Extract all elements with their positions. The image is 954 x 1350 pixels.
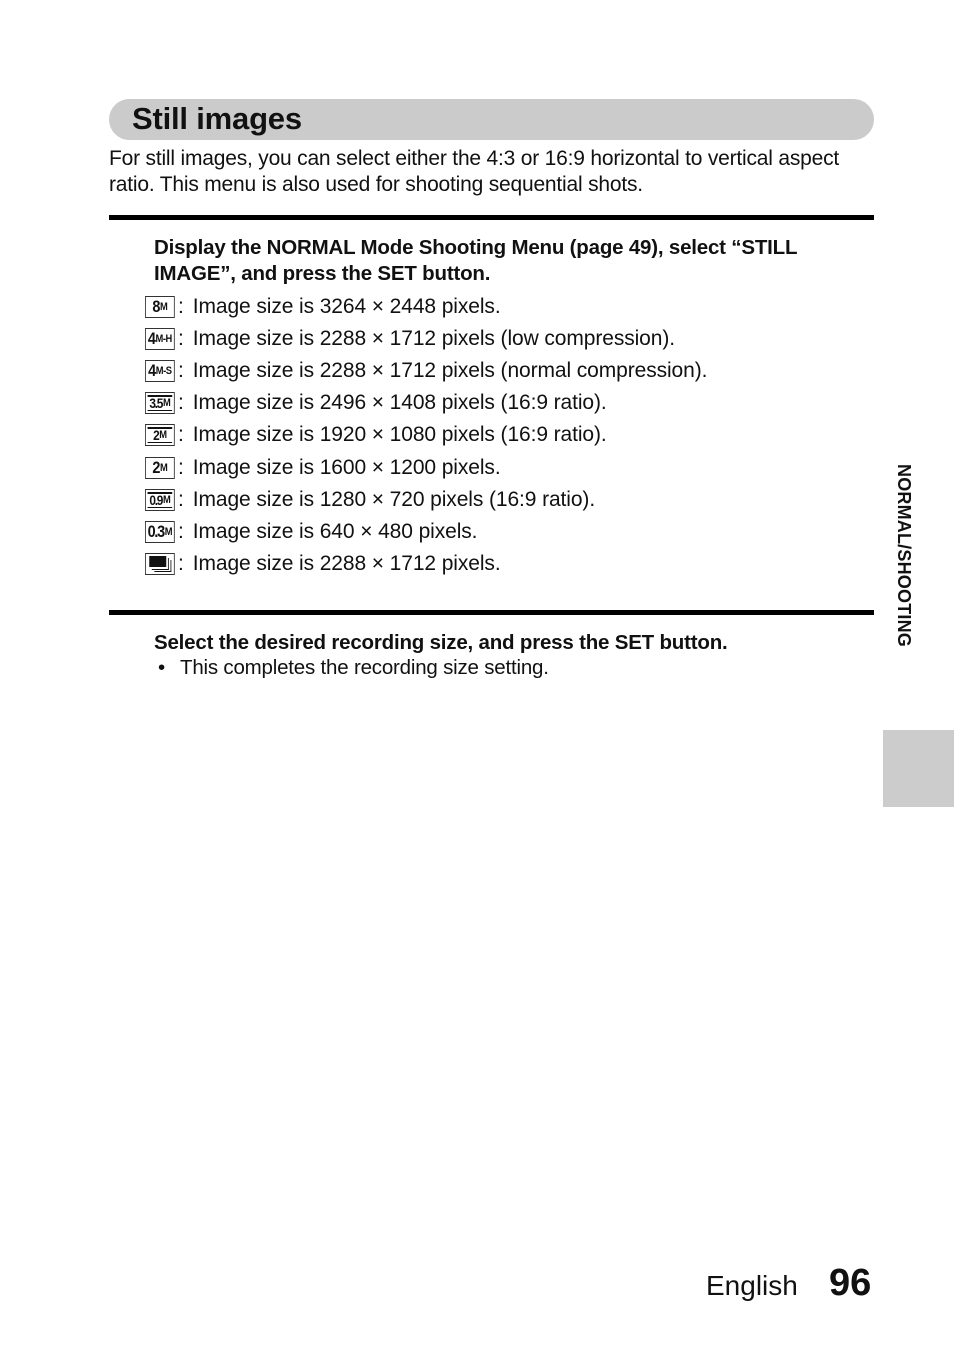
step-2-bullet: • This completes the recording size setti… bbox=[158, 656, 549, 679]
option-0-3m: 0.3 M : Image size is 640 × 480 pixels. bbox=[145, 519, 478, 545]
option-2m-wide: 2M : Image size is 1920 × 1080 pixels (1… bbox=[145, 422, 607, 448]
option-description: Image size is 2496 × 1408 pixels (16:9 r… bbox=[192, 391, 607, 414]
option-description: Image size is 1600 × 1200 pixels. bbox=[192, 456, 501, 479]
chapter-side-label: NORMAL/SHOOTING bbox=[894, 464, 914, 647]
chapter-thumb-tab bbox=[883, 730, 954, 807]
step-1-divider bbox=[109, 215, 874, 220]
section-title-bar: Still images bbox=[109, 99, 874, 140]
image-size-4m-h-icon: 4 M-H bbox=[145, 328, 175, 350]
intro-paragraph: For still images, you can select either … bbox=[109, 147, 840, 196]
image-size-0-3m-icon: 0.3 M bbox=[145, 521, 175, 543]
image-size-0-9m-wide-icon: 0.9 M bbox=[145, 489, 175, 511]
option-8m: 8M : Image size is 3264 × 2448 pixels. bbox=[145, 294, 501, 320]
option-description: Image size is 640 × 480 pixels. bbox=[192, 520, 478, 543]
option-description: Image size is 2288 × 1712 pixels (low co… bbox=[192, 327, 675, 350]
step-1-instruction: Display the NORMAL Mode Shooting Menu (p… bbox=[154, 236, 797, 285]
image-size-3-5m-wide-icon: 3.5 M bbox=[145, 392, 175, 414]
option-2m: 2M : Image size is 1600 × 1200 pixels. bbox=[145, 455, 501, 481]
image-size-4m-s-icon: 4 M-S bbox=[145, 360, 175, 382]
sequential-shots-icon bbox=[145, 553, 175, 575]
option-description: Image size is 1280 × 720 pixels (16:9 ra… bbox=[192, 488, 596, 511]
image-size-2m-wide-icon: 2M bbox=[145, 424, 175, 446]
option-0-9m-wide: 0.9 M : Image size is 1280 × 720 pixels (… bbox=[145, 487, 595, 513]
step-2-divider bbox=[109, 610, 874, 615]
option-sequential-shots: : Image size is 2288 × 1712 pixels. bbox=[145, 551, 501, 577]
page-number: 96 bbox=[829, 1262, 872, 1304]
option-description: Image size is 2288 × 1712 pixels. bbox=[192, 552, 501, 575]
section-title: Still images bbox=[132, 101, 302, 136]
option-3-5m-wide: 3.5 M : Image size is 2496 × 1408 pixels … bbox=[145, 390, 607, 416]
image-size-2m-icon: 2M bbox=[145, 457, 175, 479]
footer-language: English bbox=[706, 1270, 798, 1301]
option-description: Image size is 1920 × 1080 pixels (16:9 r… bbox=[192, 423, 607, 446]
image-size-8m-icon: 8M bbox=[145, 296, 175, 318]
option-description: Image size is 2288 × 1712 pixels (normal… bbox=[192, 359, 708, 382]
bullet-icon: • bbox=[158, 656, 165, 679]
step-2-instruction: Select the desired recording size, and p… bbox=[154, 631, 728, 654]
option-description: Image size is 3264 × 2448 pixels. bbox=[192, 295, 501, 318]
option-4m-s: 4 M-S : Image size is 2288 × 1712 pixels … bbox=[145, 358, 707, 384]
option-4m-h: 4 M-H : Image size is 2288 × 1712 pixels … bbox=[145, 326, 675, 352]
